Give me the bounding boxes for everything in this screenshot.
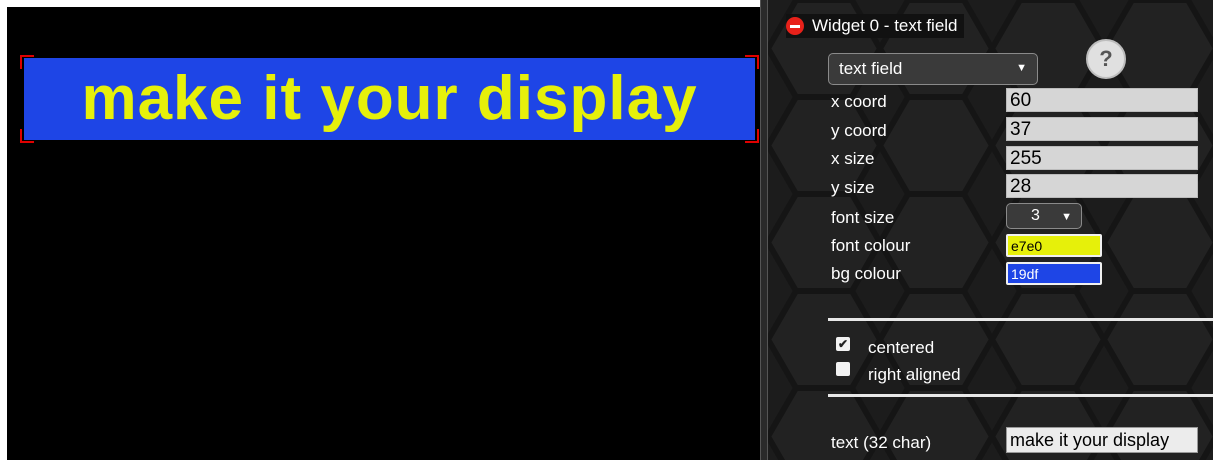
x-coord-input[interactable]: 60 [1006,88,1198,112]
text-input[interactable]: make it your display [1006,427,1198,453]
display-preview-canvas[interactable]: make it your display [7,7,760,460]
centered-label: centered [868,338,935,357]
font-colour-input[interactable]: e7e0 [1006,234,1102,257]
section-divider [828,394,1213,397]
font-size-select[interactable]: 3 ▼ [1006,203,1082,229]
question-icon: ? [1099,46,1113,71]
checkmark-icon: ✔ [837,337,849,351]
font-size-label: font size [831,208,895,227]
widget-type-value: text field [839,59,903,78]
x-coord-label: x coord [831,92,887,111]
text-label: text (32 char) [831,433,932,452]
y-size-input[interactable]: 28 [1006,174,1198,198]
widget-type-select[interactable]: text field ▼ [828,53,1038,85]
widget-title: Widget 0 - text field [812,16,958,35]
font-size-value: 3 [1031,207,1040,224]
help-button[interactable]: ? [1086,39,1126,79]
widget-preview-text: make it your display [81,64,698,133]
resize-handle-bottom-left[interactable] [20,129,34,143]
chevron-down-icon: ▼ [1061,211,1072,223]
section-divider [828,318,1213,321]
widget-properties-panel: Widget 0 - text field text field ▼ ? x c… [768,0,1213,460]
resize-handle-bottom-right[interactable] [745,129,759,143]
y-coord-label: y coord [831,121,887,140]
x-size-label: x size [831,149,875,168]
y-size-label: y size [831,178,875,197]
font-colour-label: font colour [831,236,911,255]
right-aligned-label: right aligned [868,365,961,384]
bg-colour-input[interactable]: 19df [1006,262,1102,285]
bg-colour-label: bg colour [831,264,901,283]
resize-handle-top-right[interactable] [745,55,759,69]
panel-divider[interactable] [760,0,768,460]
centered-checkbox[interactable]: ✔ [836,337,850,351]
x-size-input[interactable]: 255 [1006,146,1198,170]
text-widget-preview[interactable]: make it your display [20,55,759,143]
resize-handle-top-left[interactable] [20,55,34,69]
widget-header: Widget 0 - text field [786,14,964,38]
remove-icon[interactable] [786,17,804,35]
right-aligned-checkbox[interactable] [836,362,850,376]
chevron-down-icon: ▼ [1016,62,1027,74]
y-coord-input[interactable]: 37 [1006,117,1198,141]
